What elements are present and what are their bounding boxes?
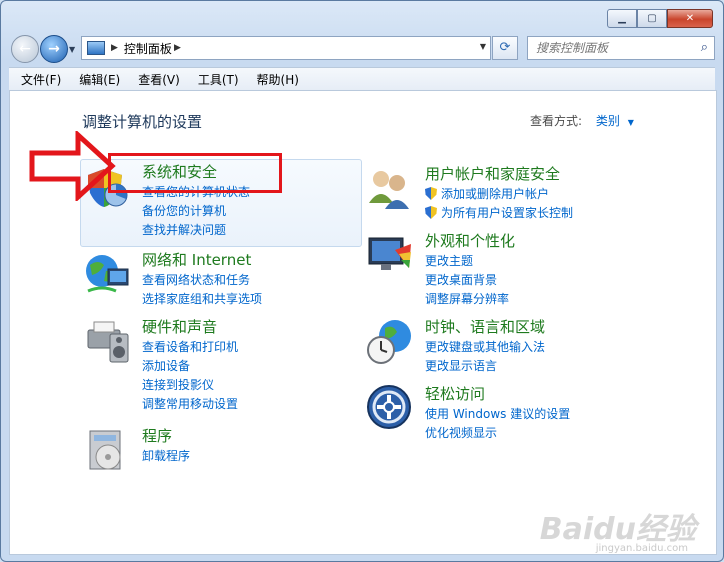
red-arrow-annotation (29, 131, 116, 201)
search-input[interactable] (534, 40, 688, 56)
link-add-device[interactable]: 添加设备 (142, 357, 238, 376)
link-screen-resolution[interactable]: 调整屏幕分辨率 (425, 290, 509, 309)
category-links: 卸载程序 (142, 447, 190, 466)
search-box[interactable]: ⌕ (527, 36, 715, 60)
maximize-button[interactable]: ▢ (637, 9, 667, 28)
navigation-bar: ← → ▼ ▶ 控制面板 ▶ ▼ ⟳ ⌕ (9, 33, 715, 63)
menu-help[interactable]: 帮助(H) (245, 71, 305, 88)
menu-view[interactable]: 查看(V) (126, 71, 186, 88)
refresh-icon: ⟳ (499, 40, 511, 55)
search-icon[interactable]: ⌕ (701, 40, 708, 55)
view-by-dropdown[interactable]: 类别 (596, 114, 620, 128)
category-title-hardware-sound[interactable]: 硬件和声音 (142, 316, 217, 337)
red-highlight-box (108, 153, 282, 193)
address-dropdown-icon[interactable]: ▼ (480, 42, 486, 51)
network-globe-icon (86, 255, 129, 293)
category-title-ease-of-access[interactable]: 轻松访问 (425, 383, 485, 404)
link-mobility-settings[interactable]: 调整常用移动设置 (142, 395, 238, 414)
refresh-button[interactable]: ⟳ (492, 36, 518, 60)
address-bar[interactable]: ▶ 控制面板 ▶ ▼ (81, 36, 491, 60)
link-view-network-status[interactable]: 查看网络状态和任务 (142, 271, 262, 290)
category-title-network-internet[interactable]: 网络和 Internet (142, 249, 251, 270)
uac-shield-icon (425, 187, 437, 200)
back-button[interactable]: ← (11, 35, 39, 63)
control-panel-icon (87, 41, 105, 55)
chevron-down-icon[interactable]: ▼ (628, 118, 634, 127)
category-title-user-accounts[interactable]: 用户帐户和家庭安全 (425, 163, 560, 184)
breadcrumb-control-panel[interactable]: 控制面板 (124, 40, 172, 57)
users-icon (369, 171, 409, 209)
page-title: 调整计算机的设置 (82, 113, 203, 131)
category-title-clock-region[interactable]: 时钟、语言和区域 (425, 316, 545, 337)
menu-tools[interactable]: 工具(T) (186, 71, 245, 88)
forward-arrow-icon: → (48, 41, 60, 57)
link-label: 为所有用户设置家长控制 (441, 206, 574, 220)
minimize-button[interactable]: ▁ (607, 9, 637, 28)
link-troubleshoot[interactable]: 查找并解决问题 (142, 221, 250, 240)
link-optimize-display[interactable]: 优化视频显示 (425, 424, 570, 443)
menu-file[interactable]: 文件(F) (9, 71, 67, 88)
recent-pages-dropdown[interactable]: ▼ (69, 45, 75, 54)
category-links: 更改主题 更改桌面背景 调整屏幕分辨率 (425, 252, 509, 309)
link-homegroup-sharing[interactable]: 选择家庭组和共享选项 (142, 290, 262, 309)
menu-bar: 文件(F) 编辑(E) 查看(V) 工具(T) 帮助(H) (9, 67, 715, 91)
link-label: 添加或删除用户帐户 (441, 187, 550, 201)
category-links: 查看网络状态和任务 选择家庭组和共享选项 (142, 271, 262, 309)
link-add-remove-users[interactable]: 添加或删除用户帐户 (425, 185, 573, 204)
printer-speaker-icon (87, 321, 129, 363)
link-desktop-background[interactable]: 更改桌面背景 (425, 271, 509, 290)
link-change-display-language[interactable]: 更改显示语言 (425, 357, 545, 376)
view-by-label: 查看方式: (530, 114, 583, 128)
appearance-monitor-icon (368, 237, 411, 270)
link-change-theme[interactable]: 更改主题 (425, 252, 509, 271)
breadcrumb-separator-icon[interactable]: ▶ (174, 43, 181, 53)
menu-edit[interactable]: 编辑(E) (67, 71, 126, 88)
link-devices-printers[interactable]: 查看设备和打印机 (142, 338, 238, 357)
category-links: 使用 Windows 建议的设置 优化视频显示 (425, 405, 570, 443)
ease-of-access-icon (367, 385, 411, 429)
uac-shield-icon (425, 206, 437, 219)
caption-buttons: ▁ ▢ ✕ (607, 9, 713, 28)
forward-button[interactable]: → (40, 35, 68, 63)
baidu-watermark: Baidu经验 (539, 512, 696, 547)
baidu-watermark-url: jingyan.baidu.com (595, 543, 688, 554)
category-links: 查看设备和打印机 添加设备 连接到投影仪 调整常用移动设置 (142, 338, 238, 414)
link-connect-projector[interactable]: 连接到投影仪 (142, 376, 238, 395)
control-panel-window: ▁ ▢ ✕ ← → ▼ ▶ 控制面板 ▶ ▼ ⟳ ⌕ 文件(F) 编辑(E) 查… (0, 0, 724, 562)
link-uninstall-program[interactable]: 卸载程序 (142, 447, 190, 466)
category-title-appearance[interactable]: 外观和个性化 (425, 230, 515, 251)
programs-icon (89, 430, 121, 470)
link-backup-computer[interactable]: 备份您的计算机 (142, 202, 250, 221)
link-parental-controls[interactable]: 为所有用户设置家长控制 (425, 204, 573, 223)
category-links: 添加或删除用户帐户 为所有用户设置家长控制 (425, 185, 573, 223)
link-windows-recommended-settings[interactable]: 使用 Windows 建议的设置 (425, 405, 570, 424)
view-by: 查看方式: 类别 ▼ (530, 112, 634, 129)
back-arrow-icon: ← (19, 41, 31, 57)
close-button[interactable]: ✕ (667, 9, 713, 28)
category-title-programs[interactable]: 程序 (142, 425, 172, 446)
breadcrumb-separator-icon[interactable]: ▶ (111, 43, 118, 53)
category-links: 更改键盘或其他输入法 更改显示语言 (425, 338, 545, 376)
clock-globe-icon (367, 320, 411, 364)
content-pane: 调整计算机的设置 查看方式: 类别 ▼ 系统和安全 查看您的计算机状态 备份您的… (9, 90, 717, 555)
link-change-input-method[interactable]: 更改键盘或其他输入法 (425, 338, 545, 357)
